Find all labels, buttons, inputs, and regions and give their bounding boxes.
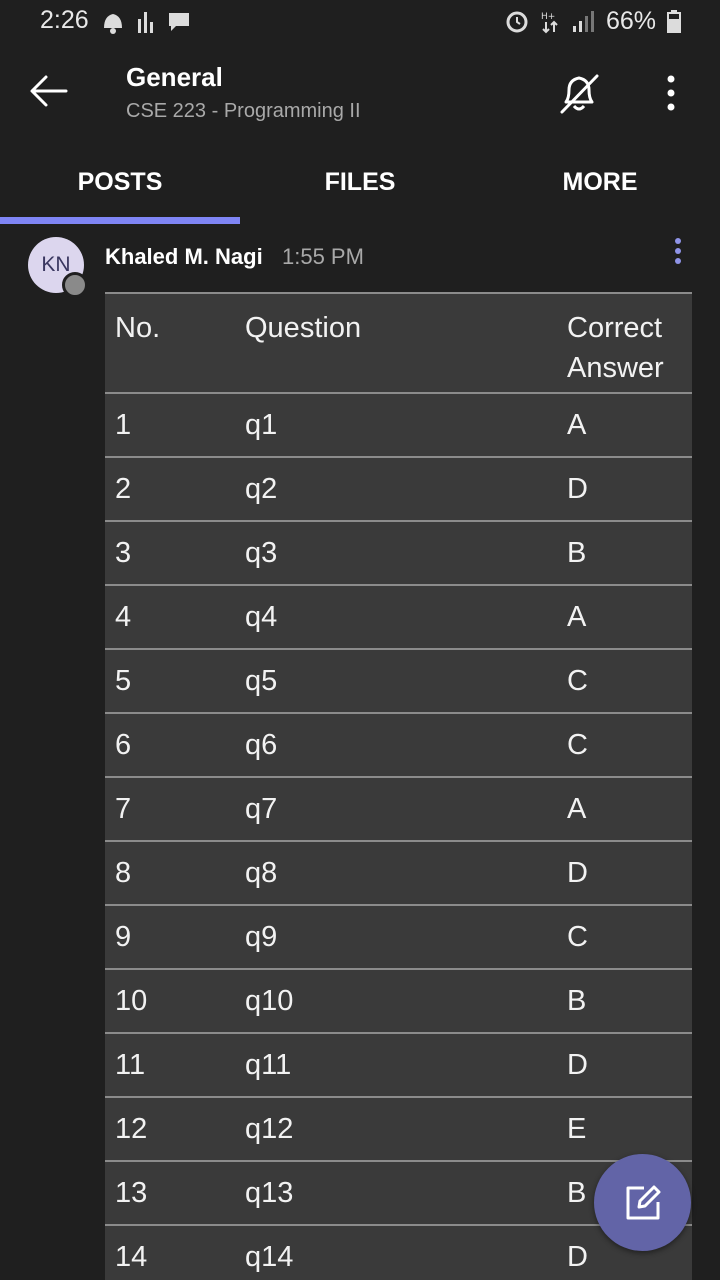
column-header-question: Question — [245, 292, 567, 393]
column-header-correct-answer-text: Correct Answer — [567, 312, 664, 384]
cell-no: 14 — [105, 1224, 245, 1280]
status-bar: 2:26 H+ 66% — [0, 0, 720, 44]
table-row: 9 q9 C — [105, 904, 692, 969]
cell-correct-answer: C — [567, 712, 692, 777]
cell-no: 10 — [105, 968, 245, 1033]
cell-no: 1 — [105, 392, 245, 457]
table-row: 14 q14 D — [105, 1224, 692, 1280]
column-header-correct-answer: Correct Answer — [567, 292, 692, 393]
cell-correct-answer: A — [567, 392, 692, 457]
post-more-button[interactable] — [670, 236, 686, 268]
more-options-button[interactable] — [654, 68, 688, 118]
table-row: 1 q1 A — [105, 392, 692, 457]
cell-no: 11 — [105, 1032, 245, 1097]
channel-title: General — [126, 62, 223, 92]
avatar-initials: KN — [41, 253, 71, 276]
cell-question: q7 — [245, 776, 567, 841]
table-row: 8 q8 D — [105, 840, 692, 905]
tab-files[interactable]: FILES — [240, 140, 480, 224]
notification-icon — [104, 14, 122, 34]
status-left-icons — [100, 8, 192, 36]
table-row: 12 q12 E — [105, 1096, 692, 1161]
alarm-icon — [506, 11, 528, 33]
cell-no: 4 — [105, 584, 245, 649]
cell-question: q11 — [245, 1032, 567, 1097]
status-time: 2:26 — [40, 6, 89, 34]
cell-correct-answer: A — [567, 584, 692, 649]
app-header: General CSE 223 - Programming II — [0, 44, 720, 140]
cell-question: q4 — [245, 584, 567, 649]
battery-icon — [667, 10, 681, 33]
cell-no: 2 — [105, 456, 245, 521]
table-row: 7 q7 A — [105, 776, 692, 841]
cell-no: 3 — [105, 520, 245, 585]
table-row: 11 q11 D — [105, 1032, 692, 1097]
cell-question: q9 — [245, 904, 567, 969]
cell-question: q2 — [245, 456, 567, 521]
table-row: 10 q10 B — [105, 968, 692, 1033]
back-button[interactable] — [24, 66, 74, 116]
cell-question: q8 — [245, 840, 567, 905]
cell-correct-answer: D — [567, 840, 692, 905]
cell-correct-answer: C — [567, 904, 692, 969]
post-list[interactable]: KN Khaled M. Nagi 1:55 PM No. Question C… — [0, 224, 720, 1280]
cell-no: 13 — [105, 1160, 245, 1225]
data-icon: H+ — [541, 12, 558, 34]
channel-tabs: POSTS FILES MORE — [0, 140, 720, 225]
table-row: 3 q3 B — [105, 520, 692, 585]
new-post-button[interactable] — [594, 1154, 691, 1251]
cell-correct-answer: E — [567, 1096, 692, 1161]
mute-notifications-button[interactable] — [554, 68, 604, 118]
cell-correct-answer: D — [567, 456, 692, 521]
table-row: 4 q4 A — [105, 584, 692, 649]
cell-question: q1 — [245, 392, 567, 457]
more-vertical-icon — [667, 75, 675, 111]
selected-tab-indicator — [0, 217, 240, 224]
cell-question: q13 — [245, 1160, 567, 1225]
table-row: 5 q5 C — [105, 648, 692, 713]
svg-text:H+: H+ — [541, 12, 555, 22]
compose-icon — [626, 1185, 660, 1219]
column-header-no: No. — [105, 292, 245, 393]
bars-icon — [138, 12, 153, 33]
cell-correct-answer: B — [567, 968, 692, 1033]
cell-no: 7 — [105, 776, 245, 841]
cell-no: 6 — [105, 712, 245, 777]
tab-more[interactable]: MORE — [480, 140, 720, 224]
cell-no: 9 — [105, 904, 245, 969]
cell-question: q6 — [245, 712, 567, 777]
cell-no: 5 — [105, 648, 245, 713]
cell-question: q10 — [245, 968, 567, 1033]
back-arrow-icon — [30, 75, 68, 107]
cell-question: q12 — [245, 1096, 567, 1161]
cell-correct-answer: C — [567, 648, 692, 713]
bell-off-icon — [560, 74, 599, 114]
cell-question: q14 — [245, 1224, 567, 1280]
cell-question: q5 — [245, 648, 567, 713]
more-vertical-icon — [675, 238, 681, 264]
cell-no: 12 — [105, 1096, 245, 1161]
post-time: 1:55 PM — [282, 244, 364, 269]
table-row: 6 q6 C — [105, 712, 692, 777]
cell-question: q3 — [245, 520, 567, 585]
battery-percent: 66% — [605, 6, 656, 35]
signal-icon — [572, 11, 594, 32]
tab-posts[interactable]: POSTS — [0, 140, 240, 224]
answer-table: No. Question Correct Answer 1 q1 A 2 q2 D 3 q3 B… — [105, 292, 692, 1280]
status-right-icons: H+ 66% — [504, 6, 682, 36]
table-body: 1 q1 A 2 q2 D 3 q3 B 4 q4 A 5 q5 C 6 q6 C 7 q7 A 8 q8 D 9 q9 C 10 q1… — [105, 392, 692, 1280]
chat-bubble-icon — [169, 13, 189, 31]
table-header-row: No. Question Correct Answer — [105, 292, 692, 393]
presence-status-icon — [62, 272, 88, 298]
cell-correct-answer: B — [567, 520, 692, 585]
team-name: CSE 223 - Programming II — [126, 100, 361, 122]
cell-correct-answer: D — [567, 1032, 692, 1097]
cell-correct-answer: A — [567, 776, 692, 841]
cell-no: 8 — [105, 840, 245, 905]
post-author[interactable]: Khaled M. Nagi — [105, 244, 263, 270]
table-row: 2 q2 D — [105, 456, 692, 521]
